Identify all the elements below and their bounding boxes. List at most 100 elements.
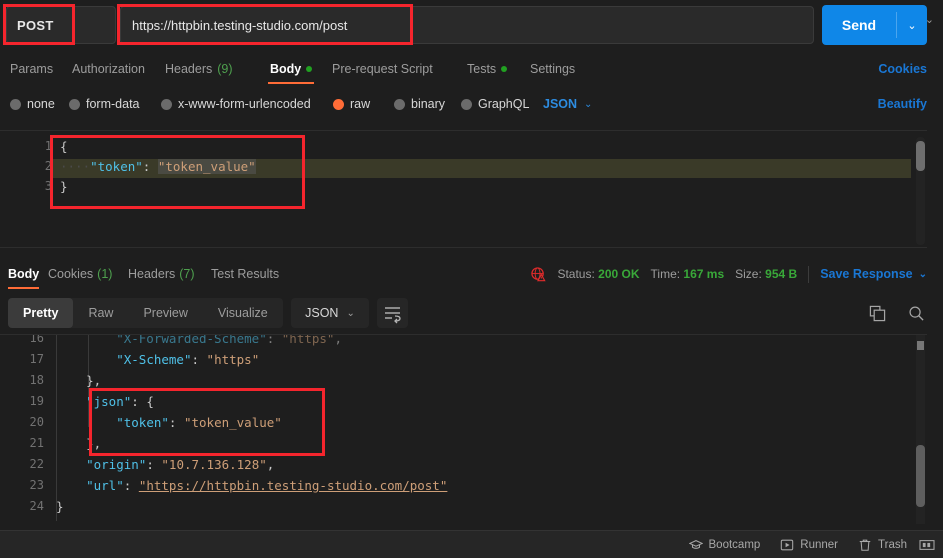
code-line: "token": "token_value" bbox=[56, 415, 282, 430]
response-tab-test-results[interactable]: Test Results bbox=[211, 258, 279, 290]
copy-icon[interactable] bbox=[869, 305, 886, 322]
tab-headers[interactable]: Headers (9) bbox=[163, 52, 235, 86]
code-line: "X-Forwarded-Scheme": "https", bbox=[56, 334, 342, 346]
response-format-label: JSON bbox=[305, 306, 339, 320]
response-tab-cookies[interactable]: Cookies (1) bbox=[48, 258, 112, 290]
chevron-down-icon: ⌄ bbox=[918, 268, 927, 280]
view-mode-visualize[interactable]: Visualize bbox=[203, 298, 283, 328]
tab-tests[interactable]: Tests bbox=[465, 52, 509, 86]
colon: : bbox=[142, 159, 158, 174]
colon: : bbox=[123, 478, 139, 493]
body-type-raw[interactable]: raw bbox=[333, 90, 370, 118]
tab-count: (9) bbox=[217, 62, 233, 76]
chevron-down-icon[interactable]: ⌄ bbox=[897, 19, 927, 32]
line-number: 24 bbox=[29, 499, 44, 513]
http-method-label: POST bbox=[17, 17, 54, 33]
request-url-bar: POST ⌄ https://httpbin.testing-studio.co… bbox=[0, 0, 943, 50]
code-line: }, bbox=[56, 373, 101, 388]
body-type-binary[interactable]: binary bbox=[394, 90, 445, 118]
status-label: Status: bbox=[557, 267, 595, 281]
body-format-label: JSON bbox=[543, 97, 578, 111]
request-editor-scrollbar-thumb[interactable] bbox=[916, 141, 925, 171]
line-number: 2 bbox=[44, 159, 52, 173]
brace-close: } bbox=[60, 179, 68, 194]
search-icon[interactable] bbox=[908, 305, 925, 322]
http-method-selector[interactable]: POST bbox=[6, 6, 116, 44]
body-format-selector[interactable]: JSON ⌄ bbox=[543, 90, 592, 118]
line-number: 18 bbox=[29, 373, 44, 387]
response-tab-body[interactable]: Body bbox=[8, 258, 40, 290]
body-type-none[interactable]: none bbox=[10, 90, 55, 118]
body-type-graphql[interactable]: GraphQL bbox=[461, 90, 529, 118]
json-value: "token_value" bbox=[183, 415, 282, 430]
status-group: Status: 200 OK bbox=[557, 267, 639, 281]
body-type-x-www-form-urlencoded[interactable]: x-www-form-urlencoded bbox=[161, 90, 311, 118]
tab-label: Params bbox=[10, 62, 54, 76]
tab-count: (1) bbox=[97, 267, 113, 281]
body-type-form-data[interactable]: form-data bbox=[69, 90, 140, 118]
trash-button[interactable]: Trash bbox=[858, 538, 907, 552]
code-line: ····"token": "token_value" bbox=[60, 159, 256, 174]
modified-dot-icon bbox=[501, 66, 508, 72]
response-format-selector[interactable]: JSON ⌄ bbox=[291, 298, 369, 328]
json-key: "json" bbox=[86, 394, 132, 409]
radio-icon bbox=[69, 98, 80, 110]
tab-body[interactable]: Body bbox=[268, 52, 315, 86]
request-body-editor[interactable]: 1 2 3 { ····"token": "token_value" } bbox=[0, 130, 927, 248]
json-value-url[interactable]: "https://httpbin.testing-studio.com/post… bbox=[139, 478, 448, 493]
tab-pre-request-script[interactable]: Pre-request Script bbox=[330, 52, 435, 86]
line-number: 3 bbox=[44, 179, 52, 193]
word-wrap-icon[interactable] bbox=[377, 298, 408, 328]
tab-label: Headers bbox=[128, 267, 176, 281]
view-mode-pretty[interactable]: Pretty bbox=[8, 298, 74, 328]
close-brace-comma bbox=[56, 373, 86, 388]
runner-button[interactable]: Runner bbox=[780, 538, 838, 552]
radio-label: raw bbox=[350, 97, 371, 111]
time-value: 167 ms bbox=[683, 267, 725, 281]
indent-dots: ···· bbox=[60, 159, 91, 174]
line-number: 16 bbox=[29, 334, 44, 345]
line-number: 1 bbox=[44, 139, 52, 153]
colon: : bbox=[131, 394, 147, 409]
tab-label: Cookies bbox=[48, 267, 94, 281]
response-view-mode-group: Pretty Raw Preview Visualize bbox=[8, 298, 283, 328]
response-tab-headers[interactable]: Headers (7) bbox=[128, 258, 195, 290]
response-body-viewer[interactable]: 16 17 18 19 20 21 22 23 24 "X-Forwarded-… bbox=[0, 334, 927, 524]
line-number: 21 bbox=[29, 436, 44, 450]
json-key: "X-Scheme" bbox=[116, 352, 192, 367]
tab-params[interactable]: Params bbox=[8, 52, 55, 86]
status-divider bbox=[808, 265, 810, 283]
view-mode-preview[interactable]: Preview bbox=[128, 298, 202, 328]
tab-label: Headers bbox=[165, 62, 213, 76]
beautify-button[interactable]: Beautify bbox=[878, 90, 927, 118]
status-value: 200 OK bbox=[598, 267, 640, 281]
layout-panel-icon[interactable] bbox=[919, 538, 935, 552]
view-mode-raw[interactable]: Raw bbox=[73, 298, 128, 328]
line-number: 22 bbox=[29, 457, 44, 471]
comma: , bbox=[334, 334, 342, 346]
save-response-button[interactable]: Save Response ⌄ bbox=[820, 267, 927, 281]
code-line: "json": { bbox=[56, 394, 154, 409]
colon: : bbox=[168, 415, 184, 430]
trash-icon bbox=[858, 538, 872, 552]
tab-count: (7) bbox=[179, 267, 195, 281]
time-group: Time: 167 ms bbox=[651, 267, 725, 281]
send-button[interactable]: Send ⌄ bbox=[822, 5, 927, 45]
tab-authorization[interactable]: Authorization bbox=[70, 52, 147, 86]
response-scrollbar-thumb[interactable] bbox=[916, 445, 925, 507]
url-input[interactable]: https://httpbin.testing-studio.com/post bbox=[120, 6, 814, 44]
json-key bbox=[56, 352, 116, 367]
code-line: "origin": "10.7.136.128", bbox=[56, 457, 274, 472]
play-square-icon bbox=[780, 538, 794, 552]
body-type-row: none form-data x-www-form-urlencoded raw… bbox=[0, 90, 943, 118]
tab-settings[interactable]: Settings bbox=[528, 52, 577, 86]
radio-label: none bbox=[27, 97, 55, 111]
colon: : bbox=[146, 457, 162, 472]
code-line: "url": "https://httpbin.testing-studio.c… bbox=[56, 478, 447, 493]
cookies-link[interactable]: Cookies bbox=[878, 52, 927, 86]
bootcamp-button[interactable]: Bootcamp bbox=[688, 538, 760, 552]
runner-label: Runner bbox=[800, 538, 839, 551]
chevron-down-icon: ⌄ bbox=[584, 98, 593, 110]
